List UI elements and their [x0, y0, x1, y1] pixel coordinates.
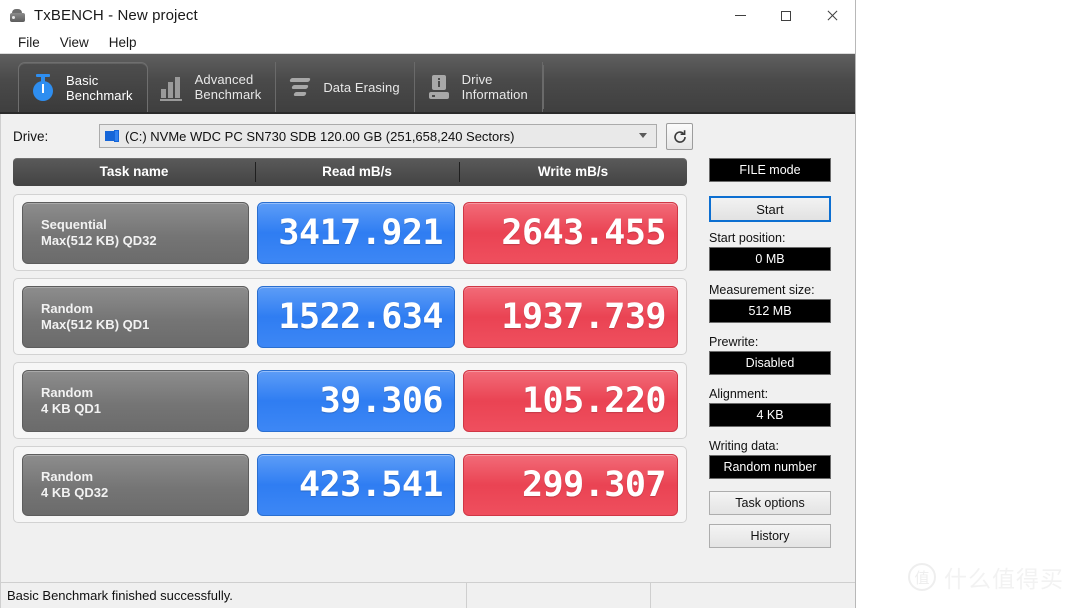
file-mode-button[interactable]: FILE mode — [709, 158, 831, 182]
tab-label-basic-benchmark: Basic Benchmark — [66, 72, 133, 103]
task-name-line2: 4 KB QD1 — [41, 400, 101, 416]
read-value: 1522.634 — [257, 285, 455, 348]
tab-label-advanced-benchmark: Advanced Benchmark — [194, 72, 262, 102]
status-segment-3 — [651, 583, 855, 608]
drive-selected-value: (C:) NVMe WDC PC SN730 SDB 120.00 GB (25… — [125, 128, 515, 144]
txbench-window: TxBENCH - New project File View Help Bas… — [0, 0, 856, 608]
task-button-sequential-qd32[interactable]: Sequential Max(512 KB) QD32 — [22, 201, 249, 264]
status-segment-2 — [467, 582, 651, 608]
stopwatch-icon — [29, 73, 57, 103]
watermark-text: 什么值得买 — [944, 566, 1064, 592]
tab-strip: Basic Benchmark Advanced Benchmark Data … — [0, 54, 855, 114]
txbench-app-icon — [9, 7, 27, 25]
history-button[interactable]: History — [709, 524, 831, 548]
prewrite-value[interactable]: Disabled — [709, 351, 831, 375]
read-value: 3417.921 — [257, 201, 455, 264]
results-table-header: Task name Read mB/s Write mB/s — [13, 158, 687, 186]
start-position-value[interactable]: 0 MB — [709, 247, 831, 271]
minimize-icon — [734, 15, 746, 16]
task-button-random-4k-qd32[interactable]: Random 4 KB QD32 — [22, 453, 249, 516]
writing-data-label: Writing data: — [709, 439, 779, 453]
drive-info-icon — [425, 72, 453, 102]
menu-item-view[interactable]: View — [50, 33, 99, 52]
alignment-label: Alignment: — [709, 387, 769, 401]
status-segment-message: Basic Benchmark finished successfully. — [1, 582, 467, 608]
tab-drive-information[interactable]: Drive Information — [415, 62, 543, 112]
read-value: 423.541 — [257, 453, 455, 516]
measurement-size-label: Measurement size: — [709, 283, 815, 297]
drive-label: Drive: — [13, 128, 49, 144]
task-name-line2: Max(512 KB) QD1 — [41, 316, 150, 332]
write-value: 1937.739 — [463, 285, 678, 348]
task-options-button[interactable]: Task options — [709, 491, 831, 515]
control-panel: FILE mode Start Start position: 0 MB Mea… — [709, 158, 843, 582]
close-icon — [826, 10, 838, 22]
task-name-line1: Random — [41, 384, 93, 400]
chevron-down-icon — [639, 133, 647, 138]
menu-item-file[interactable]: File — [8, 33, 50, 52]
drive-icon — [105, 129, 120, 143]
watermark-badge: 值 — [908, 563, 936, 591]
read-value: 39.306 — [257, 369, 455, 432]
writing-data-value[interactable]: Random number — [709, 455, 831, 479]
alignment-value[interactable]: 4 KB — [709, 403, 831, 427]
column-header-task-name: Task name — [99, 164, 169, 179]
tab-divider — [542, 65, 544, 109]
start-position-label: Start position: — [709, 231, 786, 245]
refresh-icon — [674, 129, 686, 143]
erase-icon — [286, 72, 314, 102]
column-header-read: Read mB/s — [255, 158, 459, 186]
task-name-line1: Random — [41, 468, 93, 484]
minimize-button[interactable] — [717, 0, 763, 31]
close-button[interactable] — [809, 0, 855, 31]
start-button[interactable]: Start — [709, 196, 831, 222]
tab-label-data-erasing: Data Erasing — [323, 79, 400, 95]
write-value: 2643.455 — [463, 201, 678, 264]
drive-selector-row: Drive: (C:) NVMe WDC PC SN730 SDB 120.00… — [1, 114, 855, 158]
screen: TxBENCH - New project File View Help Bas… — [0, 0, 1080, 608]
drive-select[interactable]: (C:) NVMe WDC PC SN730 SDB 120.00 GB (25… — [99, 124, 657, 148]
tab-advanced-benchmark[interactable]: Advanced Benchmark — [148, 62, 277, 112]
window-title: TxBENCH - New project — [34, 7, 198, 24]
table-row: Random 4 KB QD32 423.541 299.307 — [13, 446, 687, 523]
results-rows: Sequential Max(512 KB) QD32 3417.921 264… — [13, 194, 687, 523]
maximize-button[interactable] — [763, 0, 809, 31]
maximize-icon — [781, 10, 791, 21]
content-area: Task name Read mB/s Write mB/s Sequentia… — [1, 158, 855, 582]
task-name-line1: Sequential — [41, 216, 107, 232]
task-button-random-512k-qd1[interactable]: Random Max(512 KB) QD1 — [22, 285, 249, 348]
menu-bar: File View Help — [0, 31, 855, 54]
task-name-line1: Random — [41, 300, 93, 316]
tab-basic-benchmark[interactable]: Basic Benchmark — [18, 62, 148, 112]
watermark: 值 什么值得买 — [908, 560, 1064, 594]
column-header-write: Write mB/s — [459, 158, 687, 186]
mode-row: FILE mode — [709, 158, 843, 182]
table-row: Sequential Max(512 KB) QD32 3417.921 264… — [13, 194, 687, 271]
tab-data-erasing[interactable]: Data Erasing — [276, 62, 415, 112]
menu-item-help[interactable]: Help — [99, 33, 147, 52]
table-row: Random Max(512 KB) QD1 1522.634 1937.739 — [13, 278, 687, 355]
tab-label-drive-information: Drive Information — [461, 72, 528, 102]
refresh-button[interactable] — [666, 122, 693, 150]
task-button-random-4k-qd1[interactable]: Random 4 KB QD1 — [22, 369, 249, 432]
window-body: Drive: (C:) NVMe WDC PC SN730 SDB 120.00… — [0, 114, 855, 608]
status-message: Basic Benchmark finished successfully. — [7, 588, 233, 603]
status-bar: Basic Benchmark finished successfully. — [1, 582, 855, 608]
bar-chart-icon — [158, 72, 186, 102]
task-name-line2: Max(512 KB) QD32 — [41, 232, 157, 248]
window-controls — [717, 0, 855, 31]
prewrite-label: Prewrite: — [709, 335, 759, 349]
results-table: Task name Read mB/s Write mB/s Sequentia… — [13, 158, 687, 582]
measurement-size-value[interactable]: 512 MB — [709, 299, 831, 323]
write-value: 105.220 — [463, 369, 678, 432]
title-bar: TxBENCH - New project — [0, 0, 855, 31]
table-row: Random 4 KB QD1 39.306 105.220 — [13, 362, 687, 439]
task-name-line2: 4 KB QD32 — [41, 484, 109, 500]
write-value: 299.307 — [463, 453, 678, 516]
